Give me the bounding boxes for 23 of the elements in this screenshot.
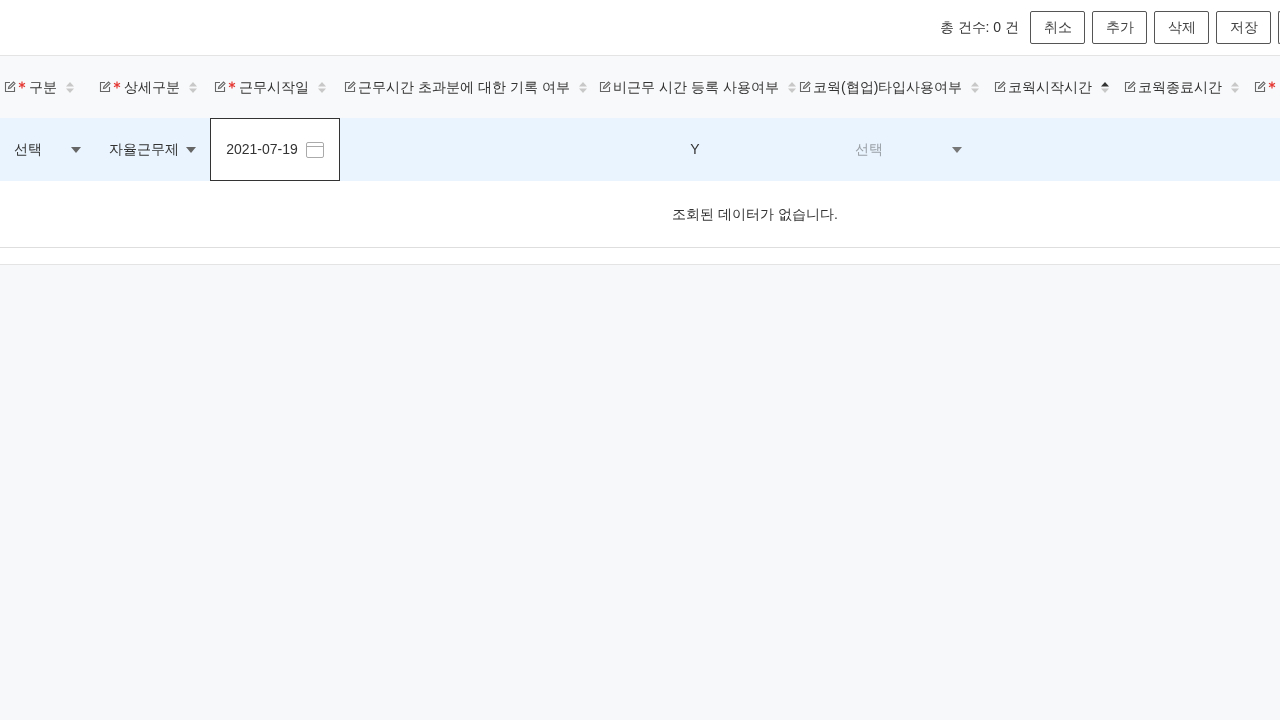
caret-icon (186, 146, 196, 153)
caret-icon (952, 146, 962, 153)
select-field[interactable]: 선택 (0, 139, 95, 160)
toolbar-button[interactable]: 취소 (1030, 11, 1085, 44)
caret-icon (71, 146, 81, 153)
date-field[interactable]: 2021-07-19 (210, 118, 340, 181)
column-header[interactable]: 구분 (29, 76, 57, 98)
column-header[interactable]: 코웍종료시간 (1138, 76, 1222, 98)
toolbar-button[interactable]: 저장 (1216, 11, 1271, 44)
column-header[interactable]: 코웍(협업)타입사용여부 (813, 76, 963, 98)
column-header[interactable]: 상세구분 (124, 76, 180, 98)
column-header[interactable]: 비근무 시간 등록 사용여부 (613, 76, 779, 98)
empty-message: 조회된 데이터가 없습니다. (672, 204, 838, 224)
column-header[interactable]: 코웍시작시간 (1008, 76, 1092, 98)
total-count: 총 건수: 0 건 (939, 18, 1019, 37)
toolbar-button[interactable]: 삭제 (1154, 11, 1209, 44)
calendar-icon[interactable] (305, 141, 324, 158)
select-field[interactable]: 자율근무제 (95, 139, 210, 160)
sort-icon[interactable] (1100, 80, 1110, 94)
table-cell-text: Y (690, 140, 700, 159)
column-header[interactable]: 근무시작일 (239, 76, 309, 98)
column-header[interactable]: 근무시간 초과분에 대한 기록 여부 (358, 76, 570, 98)
toolbar-button[interactable]: 추가 (1092, 11, 1147, 44)
